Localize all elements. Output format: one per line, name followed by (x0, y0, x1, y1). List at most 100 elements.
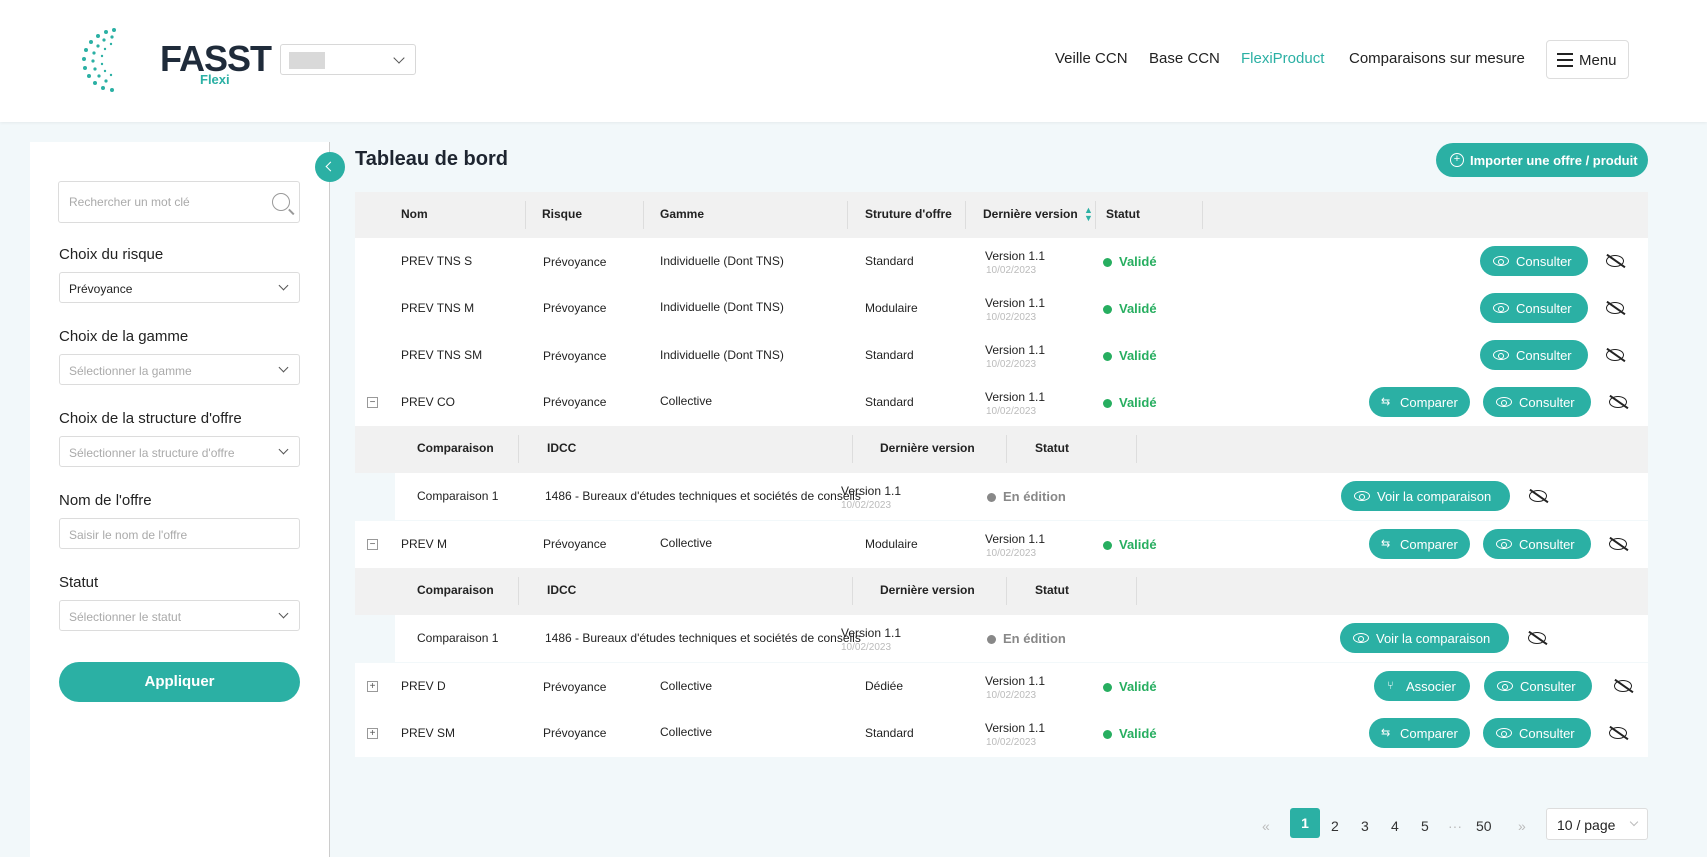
eye-icon (1496, 728, 1512, 738)
collapse-row-icon[interactable]: − (367, 397, 378, 408)
chevron-down-icon (278, 444, 289, 455)
eye-off-icon[interactable] (1528, 632, 1546, 644)
chevron-down-icon (1629, 817, 1639, 827)
compare-button[interactable]: ⇆ Comparer (1369, 718, 1470, 748)
consult-button[interactable]: Consulter (1483, 718, 1591, 748)
eye-off-icon[interactable] (1609, 396, 1627, 408)
search-icon[interactable] (272, 193, 290, 211)
menu-button[interactable]: Menu (1546, 40, 1629, 79)
status-badge: Validé (1103, 537, 1157, 552)
col-nom[interactable]: Nom (401, 207, 428, 221)
comparison-name: Comparaison 1 (417, 489, 499, 503)
import-offer-button[interactable]: + Importer une offre / produit (1436, 143, 1648, 177)
consult-button[interactable]: Consulter (1480, 293, 1588, 323)
offer-name: PREV M (401, 537, 448, 551)
status-badge: Validé (1103, 348, 1157, 363)
page-size-value: 10 / page (1557, 817, 1616, 833)
pagination-page-3[interactable]: 3 (1361, 818, 1369, 834)
pagination-ellipsis[interactable]: ··· (1448, 818, 1462, 834)
eye-off-icon[interactable] (1609, 538, 1627, 550)
status-badge: Validé (1103, 679, 1157, 694)
eye-off-icon[interactable] (1606, 255, 1624, 267)
offer-risk: Prévoyance (543, 349, 607, 363)
offer-structure: Modulaire (865, 301, 918, 315)
expand-row-icon[interactable]: + (367, 728, 378, 739)
eye-off-icon[interactable] (1529, 490, 1547, 502)
eye-icon (1493, 303, 1509, 313)
pagination-page-5[interactable]: 5 (1421, 818, 1429, 834)
view-comparison-button[interactable]: Voir la comparaison (1340, 623, 1509, 653)
pagination-page-2[interactable]: 2 (1331, 818, 1339, 834)
organization-select[interactable] (280, 44, 416, 75)
comparison-row: Comparaison 1 1486 - Bureaux d'études te… (395, 615, 1648, 662)
offer-name: PREV TNS S (401, 254, 473, 268)
pagination-next[interactable]: » (1518, 818, 1526, 834)
compare-button[interactable]: ⇆ Comparer (1369, 387, 1470, 417)
offer-version: Version 1.1 (985, 674, 1046, 688)
offer-name-input[interactable]: Saisir le nom de l'offre (59, 518, 300, 549)
col-gamme[interactable]: Gamme (660, 207, 704, 221)
offer-structure: Modulaire (865, 537, 918, 551)
nav-comparaisons[interactable]: Comparaisons sur mesure (1349, 50, 1525, 67)
consult-button[interactable]: Consulter (1480, 246, 1588, 276)
pagination-page-50[interactable]: 50 (1476, 818, 1492, 834)
consult-button[interactable]: Consulter (1483, 387, 1591, 417)
eye-off-icon[interactable] (1606, 302, 1624, 314)
comparison-subheader: Comparaison IDCC Dernière version Statut (355, 426, 1648, 473)
offer-name: PREV SM (401, 726, 456, 740)
status-select[interactable]: Sélectionner le statut (59, 600, 300, 631)
expand-row-icon[interactable]: + (367, 681, 378, 692)
collapse-sidebar-button[interactable] (315, 152, 345, 182)
page-size-select[interactable]: 10 / page (1546, 808, 1648, 840)
eye-icon (1496, 397, 1512, 407)
comparison-subheader: Comparaison IDCC Dernière version Statut (355, 568, 1648, 615)
sort-icon[interactable]: ▲ ▼ (1084, 206, 1093, 223)
gamme-placeholder: Sélectionner la gamme (69, 364, 192, 378)
status-badge: Validé (1103, 254, 1157, 269)
associate-button[interactable]: ⑂ Associer (1374, 671, 1470, 701)
compare-button[interactable]: ⇆ Comparer (1369, 529, 1470, 559)
chevron-down-icon (393, 52, 405, 64)
compare-arrows-icon: ⇆ (1381, 538, 1391, 550)
table-row: − PREV M Prévoyance Collective Modulaire… (355, 521, 1648, 568)
offer-version: Version 1.1 (985, 532, 1046, 546)
hamburger-icon (1557, 53, 1573, 67)
pagination-prev[interactable]: « (1262, 818, 1270, 834)
gamme-select[interactable]: Sélectionner la gamme (59, 354, 300, 385)
compare-arrows-icon: ⇆ (1381, 396, 1391, 408)
fasst-logo[interactable]: FASST Flexi (78, 24, 272, 96)
apply-button[interactable]: Appliquer (59, 662, 300, 702)
pagination-page-1[interactable]: 1 (1290, 808, 1320, 838)
offer-date: 10/02/2023 (986, 737, 1037, 748)
col-risque[interactable]: Risque (542, 207, 582, 221)
table-row: − PREV CO Prévoyance Collective Standard… (355, 379, 1648, 426)
col-statut[interactable]: Statut (1106, 207, 1140, 221)
nav-flexiproduct[interactable]: FlexiProduct (1241, 50, 1324, 67)
logo-subtext: Flexi (200, 72, 230, 87)
nav-veille-ccn[interactable]: Veille CCN (1055, 50, 1128, 67)
structure-select[interactable]: Sélectionner la structure d'offre (59, 436, 300, 467)
subcol-comparaison: Comparaison (417, 583, 494, 597)
offer-version: Version 1.1 (985, 721, 1046, 735)
view-comparison-button[interactable]: Voir la comparaison (1341, 481, 1510, 511)
eye-off-icon[interactable] (1614, 680, 1632, 692)
col-derniere-version[interactable]: Dernière version (983, 207, 1078, 221)
eye-off-icon[interactable] (1609, 727, 1627, 739)
risk-select[interactable]: Prévoyance (59, 272, 300, 303)
consult-button[interactable]: Consulter (1484, 671, 1592, 701)
nav-base-ccn[interactable]: Base CCN (1149, 50, 1220, 67)
offer-version: Version 1.1 (985, 296, 1046, 310)
status-badge: Validé (1103, 395, 1157, 410)
consult-button[interactable]: Consulter (1483, 529, 1591, 559)
plus-circle-icon: + (1450, 153, 1464, 167)
offer-gamme: Collective (660, 394, 713, 408)
search-input[interactable]: Rechercher un mot clé (58, 181, 300, 223)
table-row: PREV TNS SM Prévoyance Individuelle (Don… (355, 332, 1648, 379)
pagination-page-4[interactable]: 4 (1391, 818, 1399, 834)
collapse-row-icon[interactable]: − (367, 539, 378, 550)
col-structure[interactable]: Struture d'offre (865, 207, 952, 221)
top-header: FASST Flexi Veille CCN Base CCN FlexiPro… (0, 0, 1707, 122)
offer-risk: Prévoyance (543, 726, 607, 740)
consult-button[interactable]: Consulter (1480, 340, 1588, 370)
eye-off-icon[interactable] (1606, 349, 1624, 361)
